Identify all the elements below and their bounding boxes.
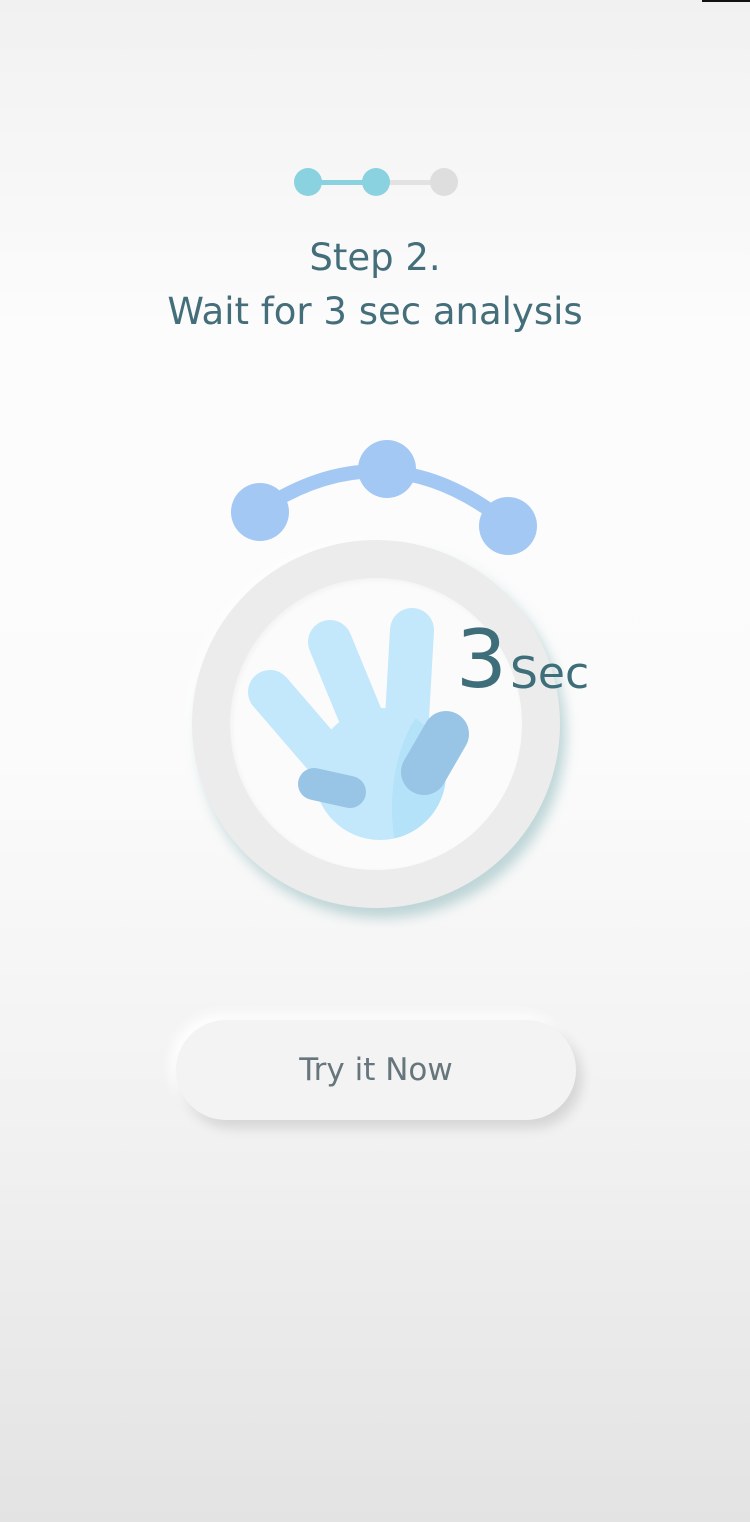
status-line bbox=[702, 0, 750, 2]
step-dot-3 bbox=[430, 168, 458, 196]
step-dot-2 bbox=[362, 168, 390, 196]
countdown-unit: Sec bbox=[510, 648, 590, 699]
step-dot-1 bbox=[294, 168, 322, 196]
countdown-value: 3 bbox=[456, 613, 507, 706]
try-it-now-button[interactable]: Try it Now bbox=[176, 1020, 576, 1120]
step-label: Step 2. bbox=[309, 236, 441, 279]
instruction-text: Wait for 3 sec analysis bbox=[167, 290, 583, 333]
step-progress-indicator bbox=[294, 168, 458, 196]
